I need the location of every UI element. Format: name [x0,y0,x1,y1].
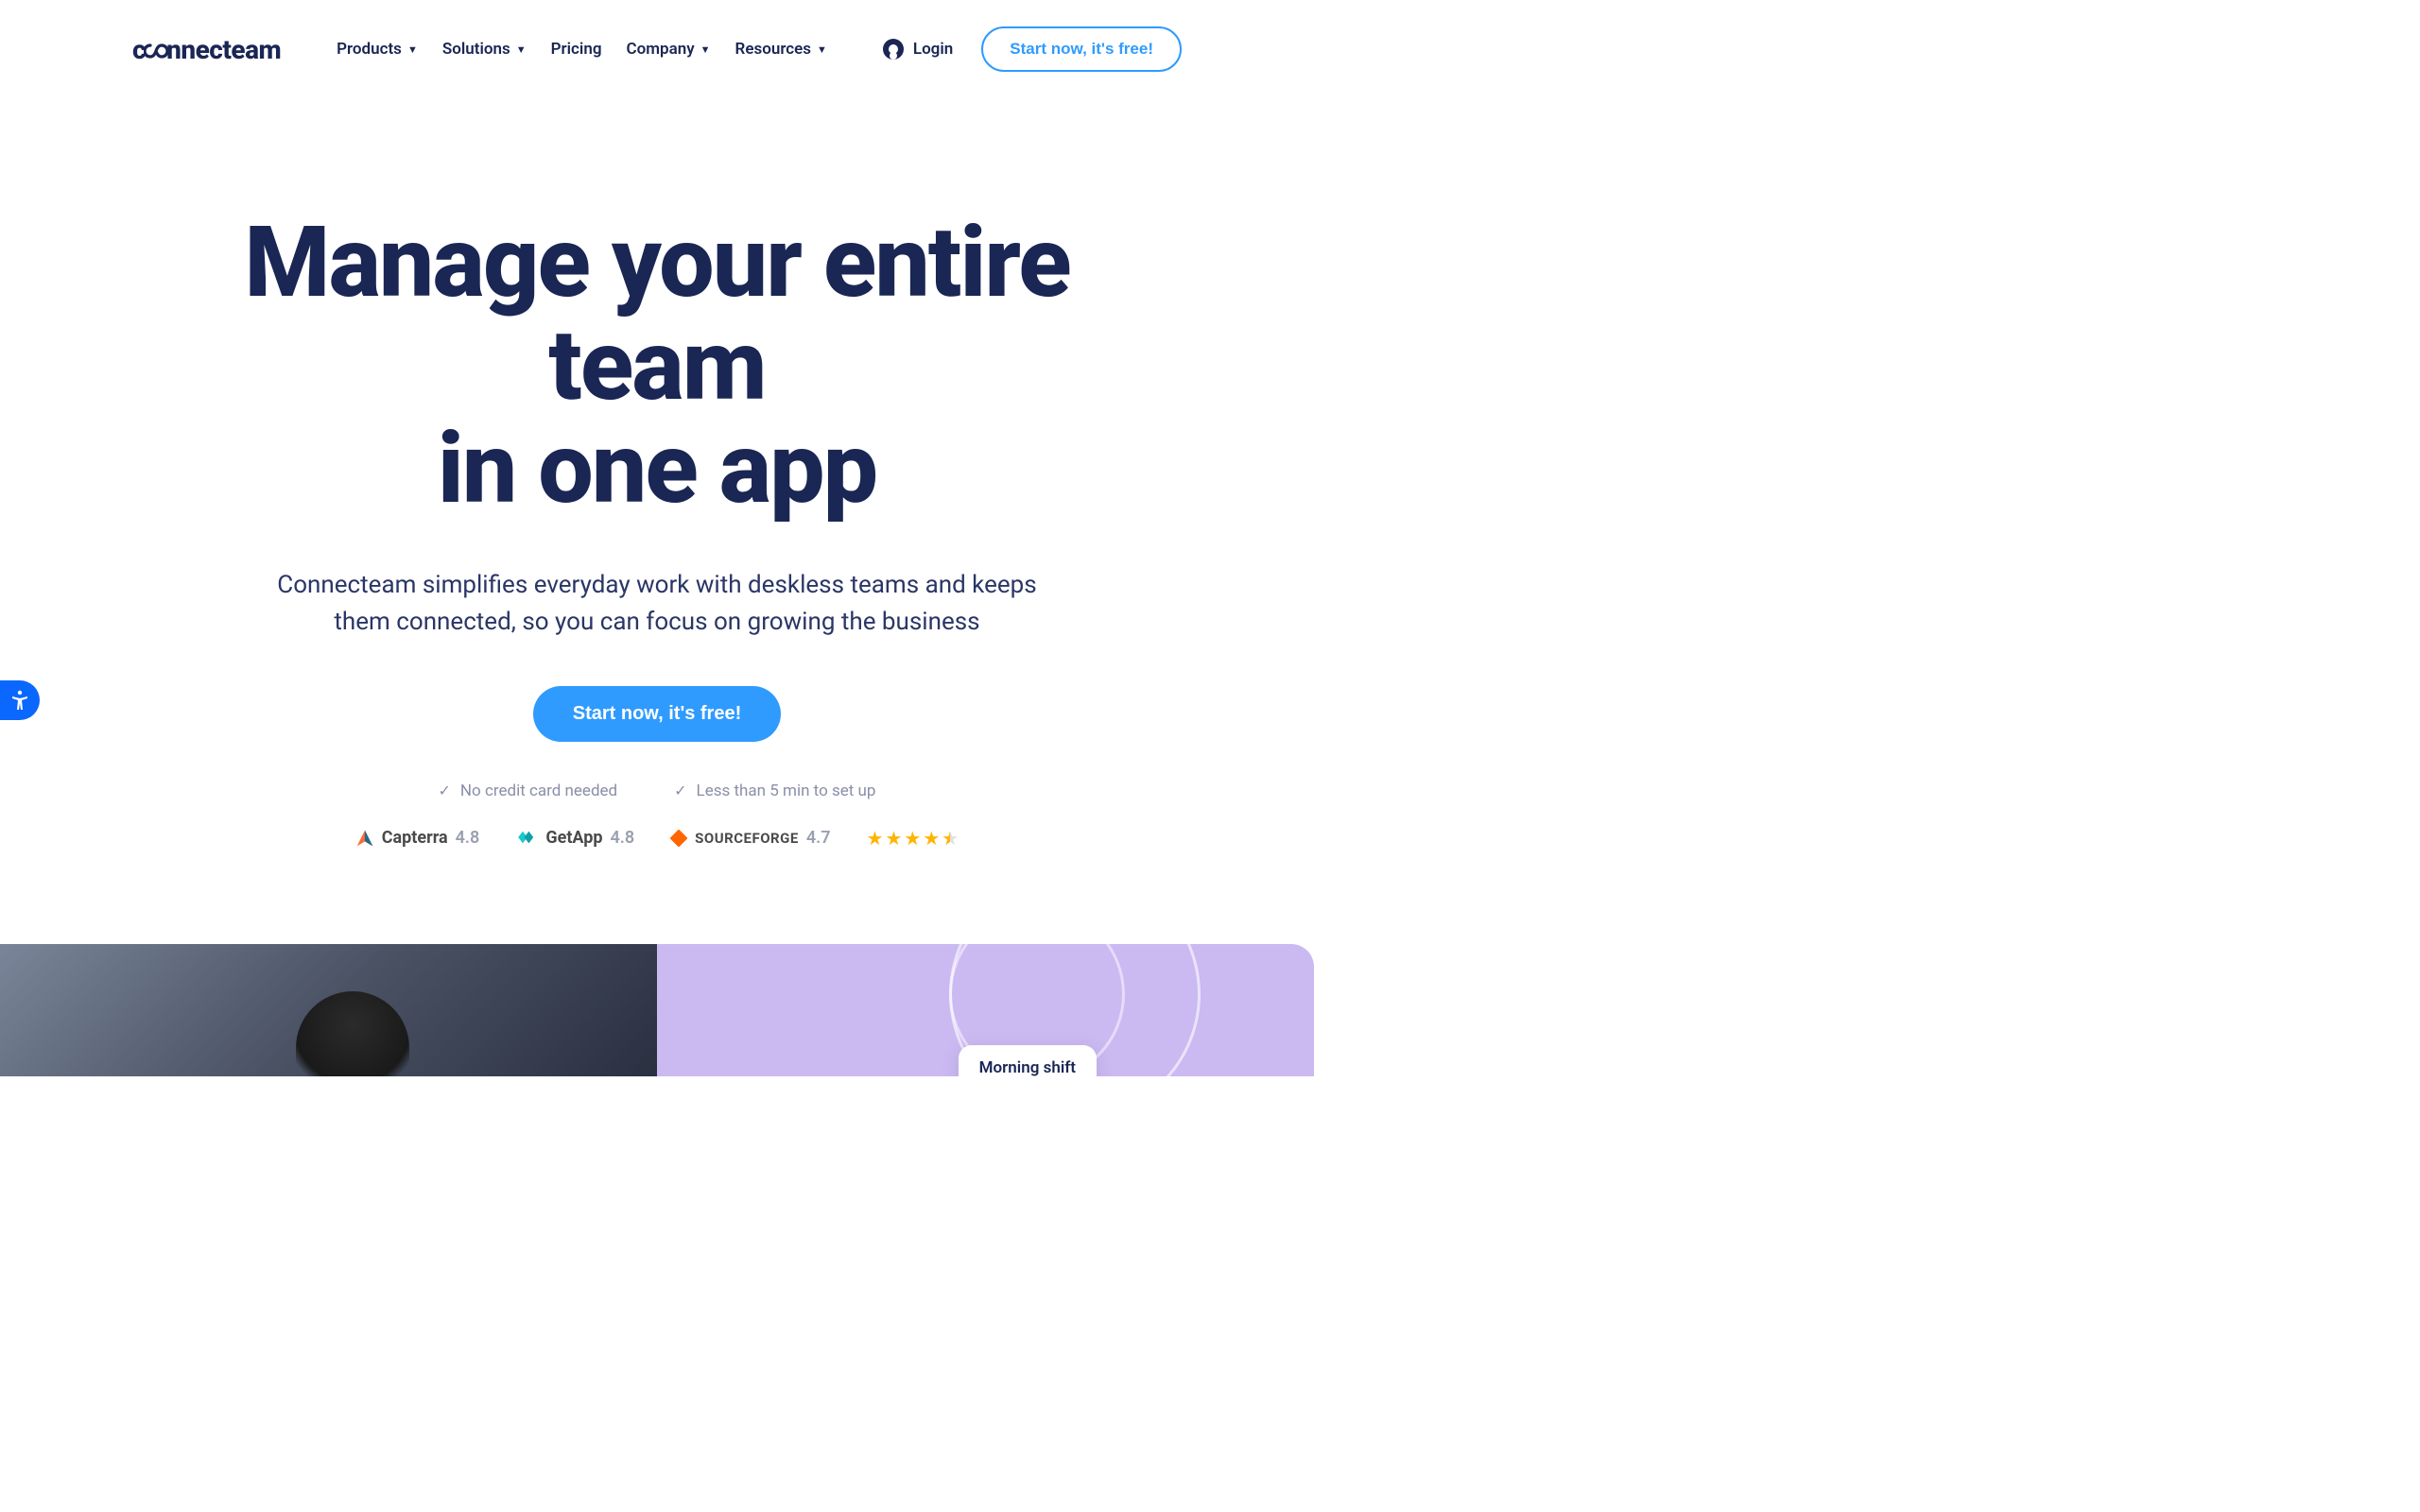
rating-getapp: GetApp 4.8 [515,828,634,848]
nav-label: Resources [735,40,812,59]
rating-score: 4.8 [456,828,480,848]
brand-logo[interactable]: cnnecteam [132,34,281,65]
rating-capterra: Capterra 4.8 [355,828,480,848]
chevron-down-icon: ▼ [817,43,827,56]
star-rating: ★ ★ ★ ★ ★ [867,827,959,850]
nav-label: Pricing [551,40,602,59]
login-label: Login [913,40,953,59]
rating-sourceforge: SOURCEFORGE 4.7 [670,828,830,848]
star-icon: ★ [923,827,940,850]
hero-section: Manage your entire team in one app Conne… [0,98,1314,887]
rating-score: 4.8 [610,828,634,848]
hero-image-right: Morning shift [657,944,1314,1076]
header-cta-button[interactable]: Start now, it's free! [981,26,1182,72]
user-icon [883,39,904,60]
nav-resources[interactable]: Resources ▼ [735,40,827,59]
check-icon: ✓ [674,782,686,799]
nav-label: Products [337,40,402,59]
benefit-text: No credit card needed [460,782,617,800]
star-icon: ★ [867,827,884,850]
chevron-down-icon: ▼ [407,43,418,56]
hero-title: Manage your entire team in one app [132,212,1182,522]
hero-image-left [0,944,657,1076]
shift-card: Morning shift [959,1045,1097,1076]
sourceforge-icon [670,830,687,847]
hero-title-line1: Manage your entire team [244,206,1069,423]
accessibility-button[interactable] [0,680,40,720]
hero-title-line2: in one app [438,412,876,526]
nav-solutions[interactable]: Solutions ▼ [442,40,527,59]
nav-pricing[interactable]: Pricing [551,40,602,59]
star-half-icon: ★ [942,827,959,850]
ratings-row: Capterra 4.8 GetApp 4.8 SOURCEFORGE 4.7 … [132,827,1182,850]
rating-name: SOURCEFORGE [695,830,799,847]
benefit-text: Less than 5 min to set up [697,782,876,800]
star-icon: ★ [885,827,902,850]
nav-label: Solutions [442,40,510,59]
benefits-row: ✓ No credit card needed ✓ Less than 5 mi… [132,782,1182,800]
check-icon: ✓ [439,782,451,799]
benefit-item: ✓ Less than 5 min to set up [674,782,875,800]
star-icon: ★ [904,827,921,850]
accessibility-icon [9,689,31,712]
rating-name: GetApp [545,828,602,848]
chevron-down-icon: ▼ [700,43,711,56]
hero-subtitle: Connecteam simplifies everyday work with… [269,567,1045,641]
login-link[interactable]: Login [883,39,953,60]
main-nav: Products ▼ Solutions ▼ Pricing Company ▼ Re… [337,40,827,59]
site-header: cnnecteam Products ▼ Solutions ▼ Pricing C… [0,0,1314,98]
nav-company[interactable]: Company ▼ [627,40,711,59]
nav-label: Company [627,40,695,59]
nav-products[interactable]: Products ▼ [337,40,418,59]
capterra-icon [355,829,374,848]
below-fold-section: Morning shift [0,944,1314,1076]
chevron-down-icon: ▼ [516,43,527,56]
hero-cta-button[interactable]: Start now, it's free! [533,686,782,742]
header-actions: Login Start now, it's free! [883,26,1182,72]
rating-name: Capterra [382,828,448,848]
getapp-icon [515,830,538,847]
rating-score: 4.7 [806,828,831,848]
benefit-item: ✓ No credit card needed [439,782,618,800]
